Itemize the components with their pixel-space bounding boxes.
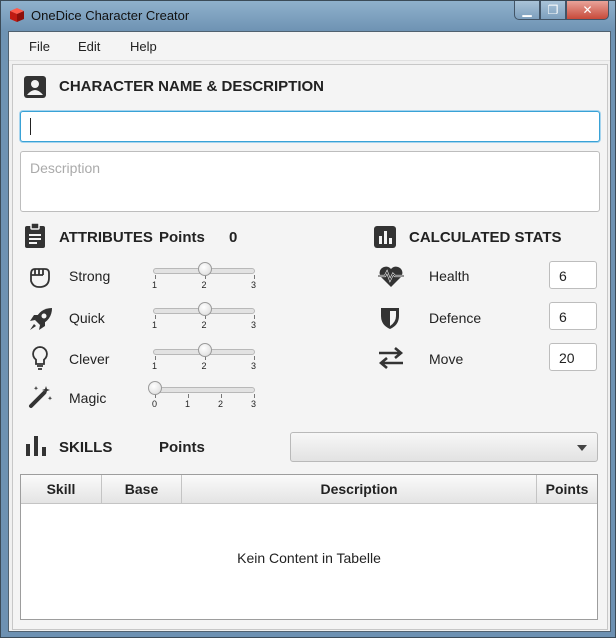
- slider-tick: [155, 315, 156, 319]
- slider-thumb[interactable]: [197, 302, 212, 316]
- health-field[interactable]: 6: [549, 261, 597, 289]
- skills-points-combobox[interactable]: [290, 432, 598, 462]
- slider-tick-label: 2: [201, 280, 207, 290]
- slider-tick: [254, 315, 255, 319]
- slider-tick: [254, 356, 255, 360]
- move-field[interactable]: 20: [549, 343, 597, 371]
- chevron-down-icon: [577, 445, 587, 451]
- slider-tick: [254, 394, 255, 398]
- slider-tick-label: 1: [152, 320, 158, 330]
- person-icon: [23, 75, 47, 99]
- maximize-button[interactable]: ❐: [540, 1, 566, 20]
- stat-label-defence: Defence: [429, 310, 482, 326]
- skills-table[interactable]: Skill Base Description Points Kein Conte…: [20, 474, 598, 620]
- minimize-button[interactable]: ▁: [514, 1, 540, 20]
- slider-track[interactable]: [153, 387, 255, 393]
- menu-edit[interactable]: Edit: [78, 39, 100, 54]
- rocket-icon: [28, 306, 54, 332]
- slider-tick: [188, 394, 189, 398]
- client-area: File Edit Help CHARACTER NAME & DESCRIPT…: [8, 31, 611, 632]
- attributes-points-label: Points: [159, 229, 205, 246]
- quick-slider[interactable]: 1 2 3: [152, 302, 257, 332]
- slider-tick-label: 3: [251, 280, 257, 290]
- slider-tick-label: 0: [152, 399, 158, 409]
- slider-thumb[interactable]: [148, 381, 162, 395]
- magic-wand-icon: [28, 383, 54, 409]
- description-textarea[interactable]: Description: [20, 151, 600, 212]
- attribute-label-quick: Quick: [69, 310, 105, 326]
- stat-label-health: Health: [429, 268, 470, 284]
- column-header-description[interactable]: Description: [182, 475, 537, 503]
- column-header-skill[interactable]: Skill: [21, 475, 102, 503]
- main-panel: CHARACTER NAME & DESCRIPTION Description…: [12, 64, 608, 630]
- skills-table-header: Skill Base Description Points: [21, 475, 597, 504]
- attribute-label-clever: Clever: [69, 351, 110, 367]
- slider-tick-label: 1: [152, 361, 158, 371]
- slider-tick: [155, 356, 156, 360]
- defence-field[interactable]: 6: [549, 302, 597, 330]
- slider-tick-label: 3: [251, 361, 257, 371]
- close-button[interactable]: ✕: [566, 1, 609, 20]
- attributes-heading: ATTRIBUTES: [59, 229, 153, 246]
- slider-tick-label: 1: [152, 280, 158, 290]
- app-window: OneDice Character Creator ▁ ❐ ✕ File Edi…: [0, 0, 616, 638]
- move-value: 20: [559, 350, 575, 366]
- fist-icon: [27, 265, 53, 289]
- text-caret: [30, 118, 31, 135]
- menu-bar: File Edit Help: [9, 32, 610, 61]
- table-empty-message: Kein Content in Tabelle: [237, 550, 381, 566]
- slider-tick-label: 1: [185, 399, 191, 409]
- stat-label-move: Move: [429, 351, 464, 367]
- lightbulb-icon: [30, 345, 50, 371]
- slider-thumb[interactable]: [197, 262, 212, 276]
- slider-tick: [221, 394, 222, 398]
- slider-tick-label: 2: [201, 320, 207, 330]
- description-placeholder: Description: [30, 160, 101, 176]
- skills-heading: SKILLS: [59, 439, 113, 456]
- attribute-label-magic: Magic: [69, 390, 107, 406]
- arrows-exchange-icon: [377, 347, 405, 369]
- clever-slider[interactable]: 1 2 3: [152, 343, 257, 373]
- slider-tick-label: 2: [201, 361, 207, 371]
- menu-help[interactable]: Help: [130, 39, 157, 54]
- dice-app-icon: [9, 7, 25, 23]
- slider-thumb[interactable]: [197, 343, 212, 357]
- slider-tick: [254, 275, 255, 279]
- slider-tick-label: 3: [251, 399, 257, 409]
- skills-points-label: Points: [159, 439, 205, 456]
- stats-heading: CALCULATED STATS: [409, 229, 562, 246]
- attributes-points-value: 0: [229, 229, 238, 246]
- health-value: 6: [559, 268, 567, 284]
- magic-slider[interactable]: 0 1 2 3: [148, 381, 257, 411]
- column-header-points[interactable]: Points: [537, 475, 597, 503]
- menu-file[interactable]: File: [29, 39, 50, 54]
- skills-chart-icon: [25, 435, 47, 457]
- column-header-base[interactable]: Base: [102, 475, 182, 503]
- clipboard-icon: [23, 223, 47, 249]
- slider-tick: [155, 275, 156, 279]
- character-name-input[interactable]: [20, 111, 600, 142]
- bar-chart-icon: [373, 225, 397, 249]
- slider-tick-label: 3: [251, 320, 257, 330]
- character-heading: CHARACTER NAME & DESCRIPTION: [59, 78, 325, 95]
- shield-icon: [379, 305, 401, 331]
- attribute-label-strong: Strong: [69, 268, 111, 284]
- defence-value: 6: [559, 309, 567, 325]
- heartbeat-icon: [377, 263, 405, 289]
- slider-tick-label: 2: [218, 399, 224, 409]
- window-title: OneDice Character Creator: [31, 8, 190, 23]
- title-bar[interactable]: OneDice Character Creator ▁ ❐ ✕: [1, 1, 615, 31]
- strong-slider[interactable]: 1 2 3: [152, 262, 257, 292]
